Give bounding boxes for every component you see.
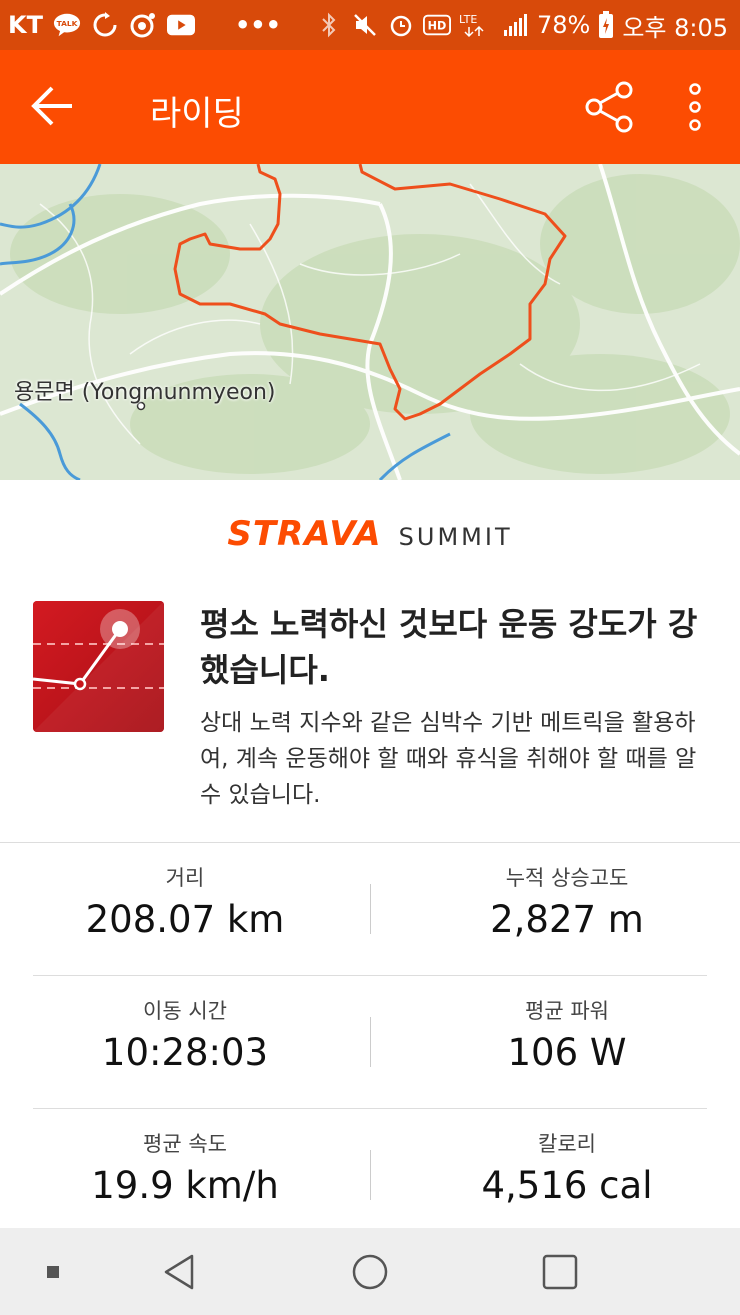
hd-voice-icon: HD xyxy=(422,11,451,39)
more-vert-icon xyxy=(689,83,701,131)
stat-label: 평균 파워 xyxy=(525,999,609,1023)
square-dot-icon xyxy=(47,1265,59,1278)
talk-badge-text: TALK xyxy=(57,19,78,28)
stat-label: 이동 시간 xyxy=(143,999,227,1023)
stat-value: 106 W xyxy=(507,1031,627,1074)
nav-back-button[interactable] xyxy=(140,1228,220,1315)
sync-icon xyxy=(91,11,119,39)
signal-icon xyxy=(501,11,529,39)
nav-dot-button[interactable] xyxy=(13,1228,93,1315)
more-options-button[interactable] xyxy=(680,80,710,134)
nav-recents-button[interactable] xyxy=(520,1228,600,1315)
stat-value: 4,516 cal xyxy=(481,1164,653,1207)
alarm-icon xyxy=(387,11,415,39)
stat-separator xyxy=(370,1017,371,1067)
lte-label-text: LTE xyxy=(459,13,477,26)
divider xyxy=(0,842,740,843)
battery-percent: 78% xyxy=(536,11,591,39)
stat-average-power: 평균 파워 106 W xyxy=(382,995,740,1074)
stat-average-speed: 평균 속도 19.9 km/h xyxy=(0,1128,370,1207)
divider xyxy=(33,1108,707,1109)
stat-label: 누적 상승고도 xyxy=(505,866,629,890)
stat-label: 평균 속도 xyxy=(143,1132,227,1156)
stat-label: 칼로리 xyxy=(538,1132,596,1156)
circle-home-icon xyxy=(352,1254,388,1289)
promo-description: 상대 노력 지수와 같은 심박수 기반 메트릭을 활용하여, 계속 운동해야 할… xyxy=(200,710,697,808)
status-bar: KT TALK ••• HD LTE 78% 오후 8:05 xyxy=(0,0,740,50)
stat-elevation-gain: 누적 상승고도 2,827 m xyxy=(382,862,740,941)
share-button[interactable] xyxy=(582,80,636,134)
map-graphic xyxy=(0,164,740,480)
bluetooth-icon xyxy=(315,11,343,39)
back-arrow-icon xyxy=(31,86,72,126)
stat-calories: 칼로리 4,516 cal xyxy=(382,1128,740,1207)
camera-app-icon xyxy=(129,11,157,39)
clock: 오후 8:05 xyxy=(622,13,728,42)
stat-moving-time: 이동 시간 10:28:03 xyxy=(0,995,370,1074)
route-map[interactable]: 용문면 (Yongmunmyeon) xyxy=(0,164,740,480)
back-button[interactable] xyxy=(26,82,86,132)
stat-value: 2,827 m xyxy=(490,898,644,941)
stat-separator xyxy=(370,884,371,934)
battery-charging-icon xyxy=(598,11,614,39)
hd-badge-text: HD xyxy=(428,20,447,33)
square-recents-icon xyxy=(542,1254,578,1289)
stat-value: 208.07 km xyxy=(85,898,285,941)
stat-separator xyxy=(370,1150,371,1200)
app-bar: 라이딩 xyxy=(0,50,740,164)
map-place-label: 용문면 (Yongmunmyeon) xyxy=(14,380,276,405)
relative-effort-icon xyxy=(33,601,164,732)
summit-label: SUMMIT xyxy=(398,523,513,551)
nav-home-button[interactable] xyxy=(330,1228,410,1315)
mute-icon xyxy=(351,11,379,39)
share-icon xyxy=(585,81,633,133)
stat-value: 19.9 km/h xyxy=(91,1164,279,1207)
system-nav-bar xyxy=(0,1228,740,1315)
divider xyxy=(33,975,707,976)
stat-label: 거리 xyxy=(165,866,205,890)
triangle-back-icon xyxy=(164,1254,194,1289)
lte-icon: LTE xyxy=(459,11,493,39)
carrier-label: KT xyxy=(8,11,43,39)
strava-summit-banner: STRAVA SUMMIT xyxy=(0,514,740,554)
strava-logo: STRAVA xyxy=(227,514,382,554)
page-title: 라이딩 xyxy=(150,94,244,134)
youtube-icon xyxy=(166,11,195,39)
stat-distance: 거리 208.07 km xyxy=(0,862,370,941)
kakaotalk-icon: TALK xyxy=(53,11,81,39)
stat-value: 10:28:03 xyxy=(101,1031,269,1074)
promo-title: 평소 노력하신 것보다 운동 강도가 강했습니다. xyxy=(200,605,698,689)
more-notifications-icon: ••• xyxy=(234,11,281,39)
